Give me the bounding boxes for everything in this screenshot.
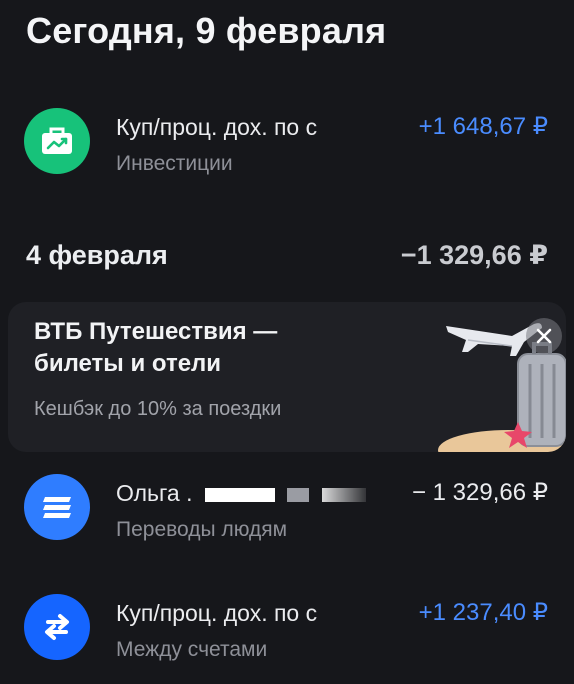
swap-arrows-icon: [24, 594, 90, 660]
promo-close-button[interactable]: [526, 318, 562, 354]
transaction-title-text: Ольга .: [116, 480, 193, 506]
transaction-category: Переводы людям: [116, 518, 288, 541]
transaction-row[interactable]: Куп/проц. дох. по с Между счетами +1 237…: [0, 594, 574, 684]
redaction-block: [287, 487, 310, 502]
transaction-amount: +1 237,40 ₽: [418, 599, 548, 626]
promo-title-line2: билеты и отели: [34, 350, 222, 377]
transaction-row[interactable]: Ольга . Переводы людям − 1 329,66 ₽: [0, 474, 574, 564]
date-group-header: 4 февраля −1 329,66 ₽: [26, 238, 548, 278]
transaction-amount: − 1 329,66 ₽: [411, 479, 548, 506]
promo-subtitle: Кешбэк до 10% за поездки: [34, 398, 282, 420]
transaction-title: Куп/проц. дох. по с: [116, 114, 318, 140]
section-header-today: Сегодня, 9 февраля: [26, 10, 387, 51]
close-icon: [536, 328, 552, 344]
transaction-title: Куп/проц. дох. по с: [116, 600, 318, 626]
transaction-title: Ольга .: [116, 480, 374, 507]
date-group-date: 4 февраля: [26, 240, 168, 270]
transaction-row[interactable]: Куп/проц. дох. по с Инвестиции +1 648,67…: [0, 108, 574, 198]
promo-title-line1: ВТБ Путешествия —: [34, 318, 278, 345]
redaction-block: [321, 487, 366, 502]
transaction-category: Между счетами: [116, 638, 268, 661]
redaction-block: [204, 487, 275, 502]
date-group-total: −1 329,66 ₽: [400, 240, 548, 270]
transfer-lines-icon: [24, 474, 90, 540]
promo-title: ВТБ Путешествия — билеты и отели: [34, 316, 364, 380]
promo-banner[interactable]: ВТБ Путешествия — билеты и отели Кешбэк …: [8, 302, 566, 452]
briefcase-chart-icon: [24, 108, 90, 174]
transaction-amount: +1 648,67 ₽: [418, 113, 548, 140]
transaction-category: Инвестиции: [116, 152, 233, 175]
